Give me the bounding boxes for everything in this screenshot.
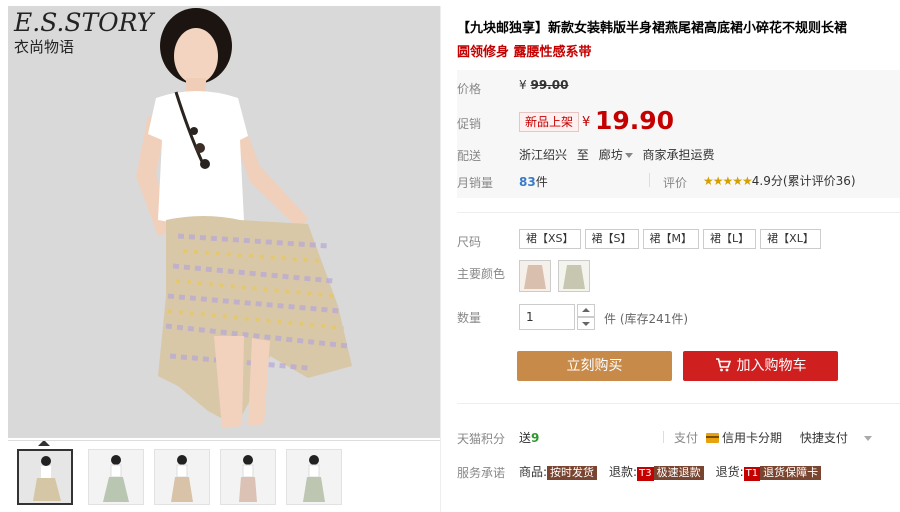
rating-stars-icon: ★★★★★ <box>703 174 753 188</box>
buy-now-button[interactable]: 立刻购买 <box>517 351 672 381</box>
thumbnail-2[interactable] <box>88 449 144 505</box>
quantity-input[interactable] <box>519 304 575 330</box>
svc-return-badge[interactable]: 退货保障卡 <box>760 466 822 480</box>
pay-label: 支付 <box>674 431 699 445</box>
add-to-cart-button[interactable]: 加入购物车 <box>683 351 838 381</box>
monthly-sales-label: 月销量 <box>457 176 494 190</box>
product-info-panel: 【九块邮独享】新款女装韩版半身裙燕尾裙高底裙小碎花不规则长裙 圆领修身 露腰性感… <box>457 0 900 512</box>
size-option-xl[interactable]: 裙【XL】 <box>760 229 821 249</box>
size-option-m[interactable]: 裙【M】 <box>642 229 700 249</box>
svc-refund-tag: T3 <box>637 467 654 481</box>
size-option-s[interactable]: 裙【S】 <box>584 229 639 249</box>
size-options: 裙【XS】 裙【S】 裙【M】 裙【L】 裙【XL】 <box>519 229 825 249</box>
divider <box>649 173 650 187</box>
service-commitments: 商品: 按时发货 退款: T3 极速退款 退货: T1 退货保障卡 <box>519 463 822 481</box>
shipping-label: 配送 <box>457 149 482 163</box>
size-label: 尺码 <box>457 235 482 249</box>
monthly-sales: 83件 <box>519 173 548 190</box>
points-text: 送 <box>519 431 532 445</box>
svc-goods-badge[interactable]: 按时发货 <box>547 466 598 480</box>
quantity-label: 数量 <box>457 311 482 325</box>
brand-name-en: E.S.STORY <box>14 8 154 37</box>
svc-return-tag: T1 <box>743 467 761 481</box>
model-photo <box>136 8 352 428</box>
color-swatch-1[interactable] <box>519 260 551 292</box>
chevron-down-icon[interactable] <box>624 153 633 158</box>
original-price: ¥ 99.00 <box>519 78 568 92</box>
svc-goods-prefix: 商品: <box>519 465 548 479</box>
divider <box>457 212 900 213</box>
chevron-down-icon[interactable] <box>863 436 872 441</box>
promo-price-currency: ¥ <box>582 115 591 130</box>
cart-icon <box>715 357 731 371</box>
rating-text: 4.9分(累计评价36) <box>751 174 856 188</box>
credit-card-icon <box>706 433 720 443</box>
shipping-note: 商家承担运费 <box>642 148 715 162</box>
monthly-sales-unit: 件 <box>535 175 548 189</box>
add-to-cart-label: 加入购物车 <box>736 358 807 374</box>
size-option-xs[interactable]: 裙【XS】 <box>519 229 581 249</box>
promo-price-label: 促销 <box>457 117 482 131</box>
quantity-increase-button[interactable] <box>577 304 595 317</box>
original-price-label: 价格 <box>457 82 482 96</box>
ship-destination-select[interactable]: 廊坊 <box>599 148 623 162</box>
thumbnail-strip <box>8 440 440 512</box>
points-label: 天猫积分 <box>457 432 506 446</box>
thumbnail-1[interactable] <box>17 449 73 505</box>
divider <box>457 403 900 404</box>
thumbnail-5[interactable] <box>286 449 342 505</box>
color-label: 主要颜色 <box>457 267 506 281</box>
svc-return-prefix: 退货: <box>715 465 744 479</box>
divider <box>663 431 664 443</box>
thumbnail-4[interactable] <box>220 449 276 505</box>
service-label: 服务承诺 <box>457 466 506 480</box>
product-main-image[interactable]: E.S.STORY 衣尚物语 <box>8 6 440 438</box>
pay-credit-card[interactable]: 信用卡分期 <box>722 431 782 445</box>
points-info: 送9 <box>519 429 539 446</box>
color-swatch-2[interactable] <box>558 260 590 292</box>
pay-quick[interactable]: 快捷支付 <box>800 431 848 445</box>
points-value: 9 <box>531 431 540 445</box>
monthly-sales-count: 83 <box>519 175 536 189</box>
brand-logo: E.S.STORY 衣尚物语 <box>14 8 153 57</box>
svc-refund-prefix: 退款: <box>609 465 638 479</box>
promo-price: 19.90 <box>595 106 675 135</box>
product-subtitle: 圆领修身 露腰性感系带 <box>457 45 592 60</box>
original-price-currency: ¥ <box>519 78 527 92</box>
promo-tag: 新品上架 <box>519 112 580 132</box>
product-page: E.S.STORY 衣尚物语 【九块邮独享】新款女装韩版半身裙燕尾裙高底裙小碎花… <box>0 0 900 512</box>
review-label: 评价 <box>663 176 688 190</box>
product-title: 【九块邮独享】新款女装韩版半身裙燕尾裙高底裙小碎花不规则长裙 <box>457 21 848 36</box>
original-price-value: 99.00 <box>530 78 569 92</box>
shipping-info: 浙江绍兴 至 廊坊 商家承担运费 <box>519 146 721 163</box>
thumbnail-3[interactable] <box>154 449 210 505</box>
brand-name-cn: 衣尚物语 <box>14 38 75 56</box>
quantity-stock: 件 (库存241件) <box>604 312 689 326</box>
payment-options: 支付 信用卡分期 快捷支付 <box>663 429 872 446</box>
svc-refund-badge[interactable]: 极速退款 <box>653 466 704 480</box>
ship-from: 浙江绍兴 <box>519 148 568 162</box>
size-option-l[interactable]: 裙【L】 <box>703 229 757 249</box>
ship-to-word: 至 <box>576 148 589 162</box>
rating-link[interactable]: ★★★★★4.9分(累计评价36) <box>703 172 856 189</box>
quantity-decrease-button[interactable] <box>577 317 595 330</box>
column-divider <box>440 6 441 512</box>
